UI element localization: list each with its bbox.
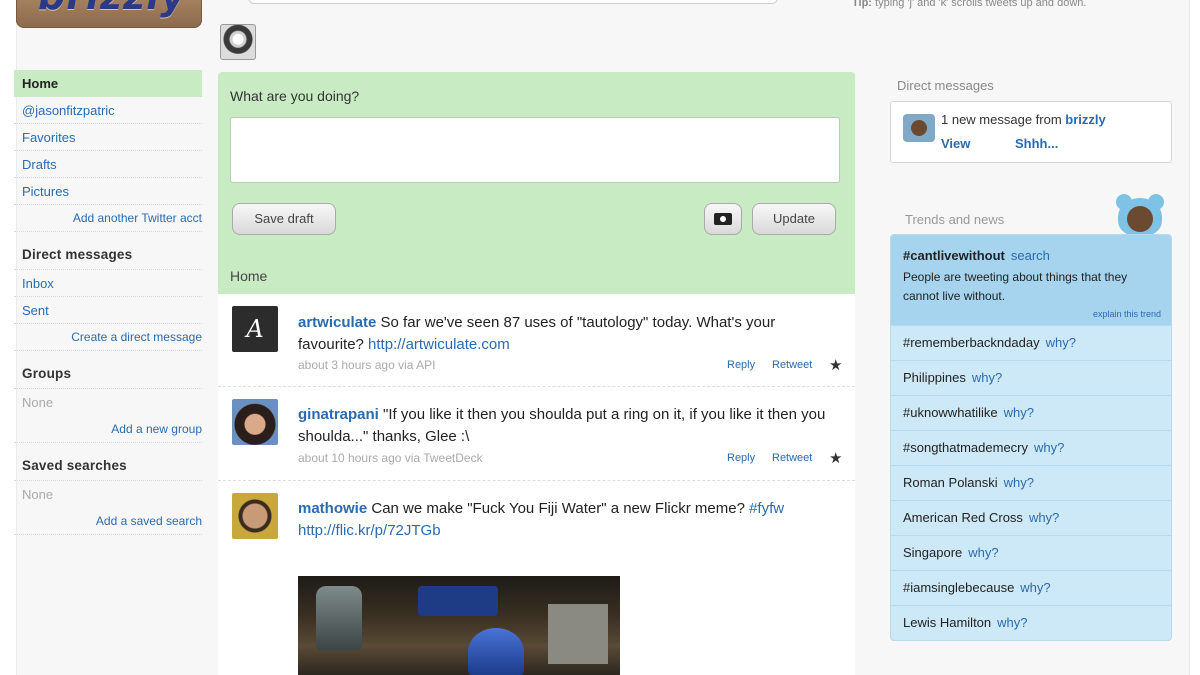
add-group-link[interactable]: Add a new group [14,416,202,443]
create-direct-message-link[interactable]: Create a direct message [14,324,202,351]
tweet-item: A artwiculate So far we've seen 87 uses … [218,294,855,387]
trend-why-link[interactable]: why? [1034,440,1064,455]
favorite-star-icon[interactable]: ★ [829,356,842,374]
tweet-username[interactable]: artwiculate [298,314,376,331]
direct-messages-heading: Direct messages [14,240,202,270]
tweet-text: ginatrapani "If you like it then you sho… [298,404,828,448]
add-twitter-account-link[interactable]: Add another Twitter acct [14,205,202,232]
tweet-message: Can we make "Fuck You Fiji Water" a new … [371,500,745,517]
trend-name[interactable]: #cantlivewithout [903,248,1005,263]
sidebar-item-favorites[interactable]: Favorites [14,124,202,151]
tweet-photo[interactable] [298,576,620,675]
trend-item[interactable]: #uknowwhatilike why? [891,395,1171,430]
reply-link[interactable]: Reply [727,452,755,464]
groups-empty: None [22,395,54,410]
explain-trend-link[interactable]: explain this trend [1093,309,1161,319]
trend-search-link[interactable]: search [1011,248,1050,263]
trend-description: People are tweeting about things that th… [903,270,1128,303]
avatar[interactable] [232,493,278,539]
retweet-link[interactable]: Retweet [772,452,812,464]
bear-mascot-icon [1112,192,1168,236]
trend-why-link[interactable]: why? [1020,580,1050,595]
photo-cap-shape [468,628,524,675]
tweet-link[interactable]: http://artwiculate.com [368,336,510,353]
tweet-meta: about 3 hours ago via API [298,358,436,372]
left-sidebar: Home @jasonfitzpatric Favorites Drafts P… [14,70,202,535]
photo-bottle-shape [316,586,362,650]
dm-sender-link[interactable]: brizzly [1065,112,1105,127]
timeline: A artwiculate So far we've seen 87 uses … [218,294,855,675]
trend-why-link[interactable]: why? [1004,405,1034,420]
sidebar-item-mentions[interactable]: @jasonfitzpatric [14,97,202,124]
saved-searches-empty: None [22,487,54,502]
trend-why-link[interactable]: why? [1046,335,1076,350]
composer-prompt: What are you doing? [230,88,360,104]
reply-link[interactable]: Reply [727,359,755,371]
update-button[interactable]: Update [752,203,836,235]
trends-list: #cantlivewithout search People are tweeti… [890,234,1172,641]
add-photo-button[interactable] [704,203,742,235]
saved-searches-heading: Saved searches [14,451,202,481]
sidebar-item-home[interactable]: Home [14,70,202,97]
groups-heading: Groups [14,359,202,389]
add-saved-search-link[interactable]: Add a saved search [14,508,202,535]
camera-icon [714,213,732,225]
featured-trend: #cantlivewithout search People are tweeti… [891,235,1171,325]
keyboard-tip: Tip: typing 'j' and 'k' scrolls tweets u… [852,0,1087,9]
avatar[interactable]: A [232,306,278,352]
view-message-link[interactable]: View [941,136,970,151]
direct-messages-title: Direct messages [897,78,994,93]
retweet-link[interactable]: Retweet [772,359,812,371]
trends-title: Trends and news [905,212,1005,227]
dm-notice-text: 1 new message from brizzly [941,112,1106,127]
trend-item[interactable]: #rememberbackndaday why? [891,325,1171,360]
save-draft-button[interactable]: Save draft [232,203,336,235]
trend-why-link[interactable]: why? [968,545,998,560]
trend-why-link[interactable]: why? [997,615,1027,630]
tweet-item: ginatrapani "If you like it then you sho… [218,387,855,481]
dismiss-message-link[interactable]: Shhh... [1015,136,1058,151]
tweet-meta: about 10 hours ago via TweetDeck [298,451,483,465]
sidebar-item-drafts[interactable]: Drafts [14,151,202,178]
trend-why-link[interactable]: why? [972,370,1002,385]
photo-background-shape [548,604,608,664]
trend-item[interactable]: Roman Polanski why? [891,465,1171,500]
photo-label-shape [418,586,498,616]
status-textarea[interactable] [230,117,840,183]
favorite-star-icon[interactable]: ★ [829,449,842,467]
sidebar-item-inbox[interactable]: Inbox [14,270,202,297]
tweet-text: artwiculate So far we've seen 87 uses of… [298,312,828,356]
user-avatar[interactable] [220,24,256,60]
direct-message-notice: 1 new message from brizzly View Shhh... [890,101,1172,163]
sidebar-item-pictures[interactable]: Pictures [14,178,202,205]
tweet-text: mathowie Can we make "Fuck You Fiji Wate… [298,498,828,542]
trend-item[interactable]: Philippines why? [891,360,1171,395]
trend-item[interactable]: #iamsinglebecause why? [891,570,1171,605]
trend-why-link[interactable]: why? [1029,510,1059,525]
brizzly-bear-icon [903,114,935,142]
trend-why-link[interactable]: why? [1004,475,1034,490]
trend-item[interactable]: Lewis Hamilton why? [891,605,1171,640]
search-input[interactable] [248,0,778,4]
avatar[interactable] [232,399,278,445]
timeline-heading: Home [230,268,268,284]
tweet-composer: What are you doing? Save draft Update Ho… [218,72,855,294]
tweet-username[interactable]: mathowie [298,500,367,517]
trend-item[interactable]: American Red Cross why? [891,500,1171,535]
trend-item[interactable]: Singapore why? [891,535,1171,570]
tweet-username[interactable]: ginatrapani [298,406,379,423]
trend-item[interactable]: #songthatmademecry why? [891,430,1171,465]
tweet-link[interactable]: http://flic.kr/p/72JTGb [298,522,441,539]
sidebar-item-sent[interactable]: Sent [14,297,202,324]
brizzly-logo[interactable]: brizzly [16,0,202,28]
tweet-hashtag[interactable]: #fyfw [749,500,784,517]
